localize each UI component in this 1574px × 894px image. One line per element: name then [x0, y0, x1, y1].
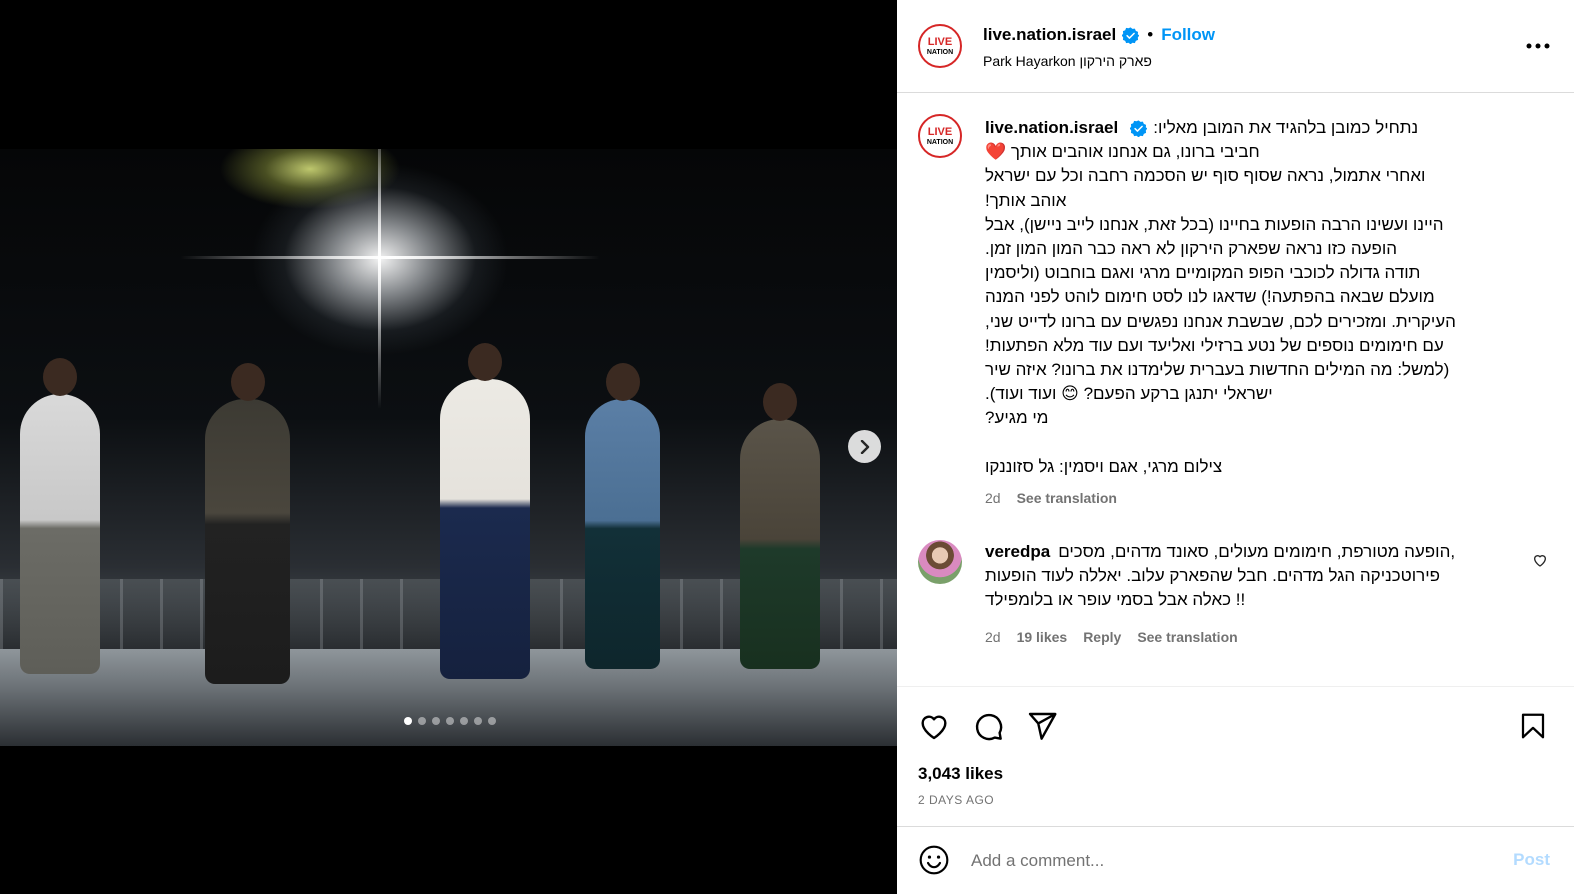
post-side-panel: LIVE NATION live.nation.israel • Follow … — [897, 0, 1574, 894]
carousel-dot — [418, 717, 426, 725]
caption-time: 2d — [985, 490, 1001, 506]
caption-line — [985, 431, 1545, 455]
light-flare — [378, 149, 381, 409]
performer — [740, 383, 820, 669]
caption-meta: 2d See translation — [985, 490, 1117, 506]
performer — [585, 363, 660, 669]
post-actions: 3,043 likes 2 DAYS AGO — [897, 686, 1574, 826]
separator: • — [1147, 25, 1154, 44]
chevron-right-icon — [860, 439, 869, 454]
see-translation-link[interactable]: See translation — [1137, 629, 1237, 645]
more-options-button[interactable] — [1526, 36, 1550, 54]
post-header: LIVE NATION live.nation.israel • Follow … — [897, 0, 1574, 93]
comments-section[interactable]: LIVE NATION live.nation.israel נתחיל כמו… — [897, 94, 1574, 686]
save-button[interactable] — [1518, 710, 1548, 747]
caption-line: הופעה כזו נראה שפארק הירקון לא ראה כבר ה… — [985, 239, 1398, 259]
send-icon — [1028, 712, 1057, 740]
comment-first-line: veredpa הופעה מטורפת, חימומים מעולים, סא… — [985, 540, 1525, 564]
comment-meta: 2d 19 likes Reply See translation — [985, 629, 1238, 645]
header-user: live.nation.israel • Follow — [983, 25, 1215, 45]
avatar-logo-line2: NATION — [926, 138, 954, 146]
caption-line: מי מגיע? — [985, 408, 1049, 428]
concert-photo[interactable] — [0, 149, 897, 746]
avatar-logo-line1: LIVE — [927, 35, 953, 48]
verified-badge-icon — [1122, 26, 1140, 44]
heart-icon — [1534, 555, 1546, 567]
comment-body: veredpa הופעה מטורפת, חימומים מעולים, סא… — [985, 540, 1525, 613]
caption-line: (למשל: מה המילים החדשות בעברית שלימדנו א… — [985, 360, 1450, 380]
emoji-button[interactable] — [918, 844, 950, 881]
comment-likes-link[interactable]: 19 likes — [1017, 629, 1068, 645]
caption-first-line: live.nation.israel נתחיל כמובן בלהגיד את… — [985, 116, 1545, 140]
carousel-dot — [404, 717, 412, 725]
location-link[interactable]: Park Hayarkon פארק הירקון — [983, 53, 1152, 69]
username-link[interactable]: live.nation.israel — [983, 25, 1116, 45]
heart-icon — [921, 715, 947, 740]
add-comment-bar: Post — [897, 826, 1574, 894]
comment-button[interactable] — [972, 710, 1004, 747]
avatar[interactable]: LIVE NATION — [918, 24, 962, 68]
comment-line: כאלה אבל בסמי עופר או בלומפילד !! — [985, 590, 1246, 610]
more-horizontal-icon — [1526, 43, 1550, 49]
comment-line: פירוטכניקה הגל מדהים. חבל שהפארק עלוב. י… — [985, 566, 1441, 586]
share-button[interactable] — [1026, 710, 1058, 747]
light-flare — [180, 256, 600, 259]
likes-count[interactable]: 3,043 likes — [918, 764, 1003, 784]
reply-button[interactable]: Reply — [1083, 629, 1121, 645]
bookmark-icon — [1521, 713, 1545, 739]
carousel-dot — [488, 717, 496, 725]
comment-time: 2d — [985, 629, 1001, 645]
post-caption: live.nation.israel נתחיל כמובן בלהגיד את… — [985, 116, 1545, 479]
avatar-logo-line2: NATION — [926, 48, 954, 56]
caption-line: עם חימומים נוספים של נטע ברזילי ואליעד ו… — [985, 335, 1444, 355]
carousel-dots — [404, 717, 496, 725]
comment-icon — [975, 713, 1003, 741]
caption-line: מועלם שבאה בהפתעה!) שדאגו לנו לסט חימום … — [985, 287, 1435, 307]
post-date: 2 DAYS AGO — [918, 793, 995, 807]
comment-input[interactable] — [971, 847, 1491, 875]
caption-line: חביבי ברונו, גם אנחנו אוהבים אותך ❤️ — [985, 142, 1260, 162]
next-slide-button[interactable] — [848, 430, 881, 463]
comment-line: הופעה מטורפת, חימומים מעולים, סאונד מדהי… — [1058, 542, 1456, 561]
comment-username[interactable]: veredpa — [985, 540, 1050, 564]
caption-line: העיקרית. ומזכירים לכם, שבשבת אנחנו נפגשי… — [985, 311, 1456, 331]
performer — [440, 343, 530, 679]
caption-line: אוהב אותך! — [985, 190, 1067, 210]
see-translation-link[interactable]: See translation — [1017, 490, 1117, 506]
avatar-logo-line1: LIVE — [927, 125, 953, 138]
emoji-icon — [919, 845, 949, 875]
carousel-dot — [460, 717, 468, 725]
caption-line: ישראלי יתנגן ברקע הפעם? 😊 ועוד ועוד). — [985, 384, 1273, 404]
caption-line: היינו ועשינו הרבה הופעות בחיינו (בכל זאת… — [985, 214, 1444, 234]
carousel-dot — [474, 717, 482, 725]
caption-line: צילום מרגי, אגם ויסמין: גל סזוננקו — [985, 456, 1223, 476]
caption-line: ואחרי אתמול, נראה שסוף סוף יש הסכמה רחבה… — [985, 166, 1426, 186]
follow-button[interactable]: Follow — [1161, 25, 1215, 45]
post-media — [0, 0, 897, 894]
verified-badge-icon — [1130, 120, 1148, 137]
comment-like-button[interactable] — [1532, 552, 1548, 573]
avatar[interactable]: LIVE NATION — [918, 114, 962, 158]
caption-line: תודה גדולה לכוכבי הפופ המקומיים מרגי ואג… — [985, 263, 1421, 283]
caption-username[interactable]: live.nation.israel — [985, 116, 1118, 140]
carousel-dot — [446, 717, 454, 725]
performer — [20, 358, 100, 674]
carousel-dot — [432, 717, 440, 725]
avatar[interactable] — [918, 540, 962, 584]
like-button[interactable] — [918, 710, 950, 747]
caption-line: נתחיל כמובן בלהגיד את המובן מאליו: — [1153, 118, 1419, 137]
performer — [205, 363, 290, 684]
post-comment-button[interactable]: Post — [1513, 850, 1550, 870]
